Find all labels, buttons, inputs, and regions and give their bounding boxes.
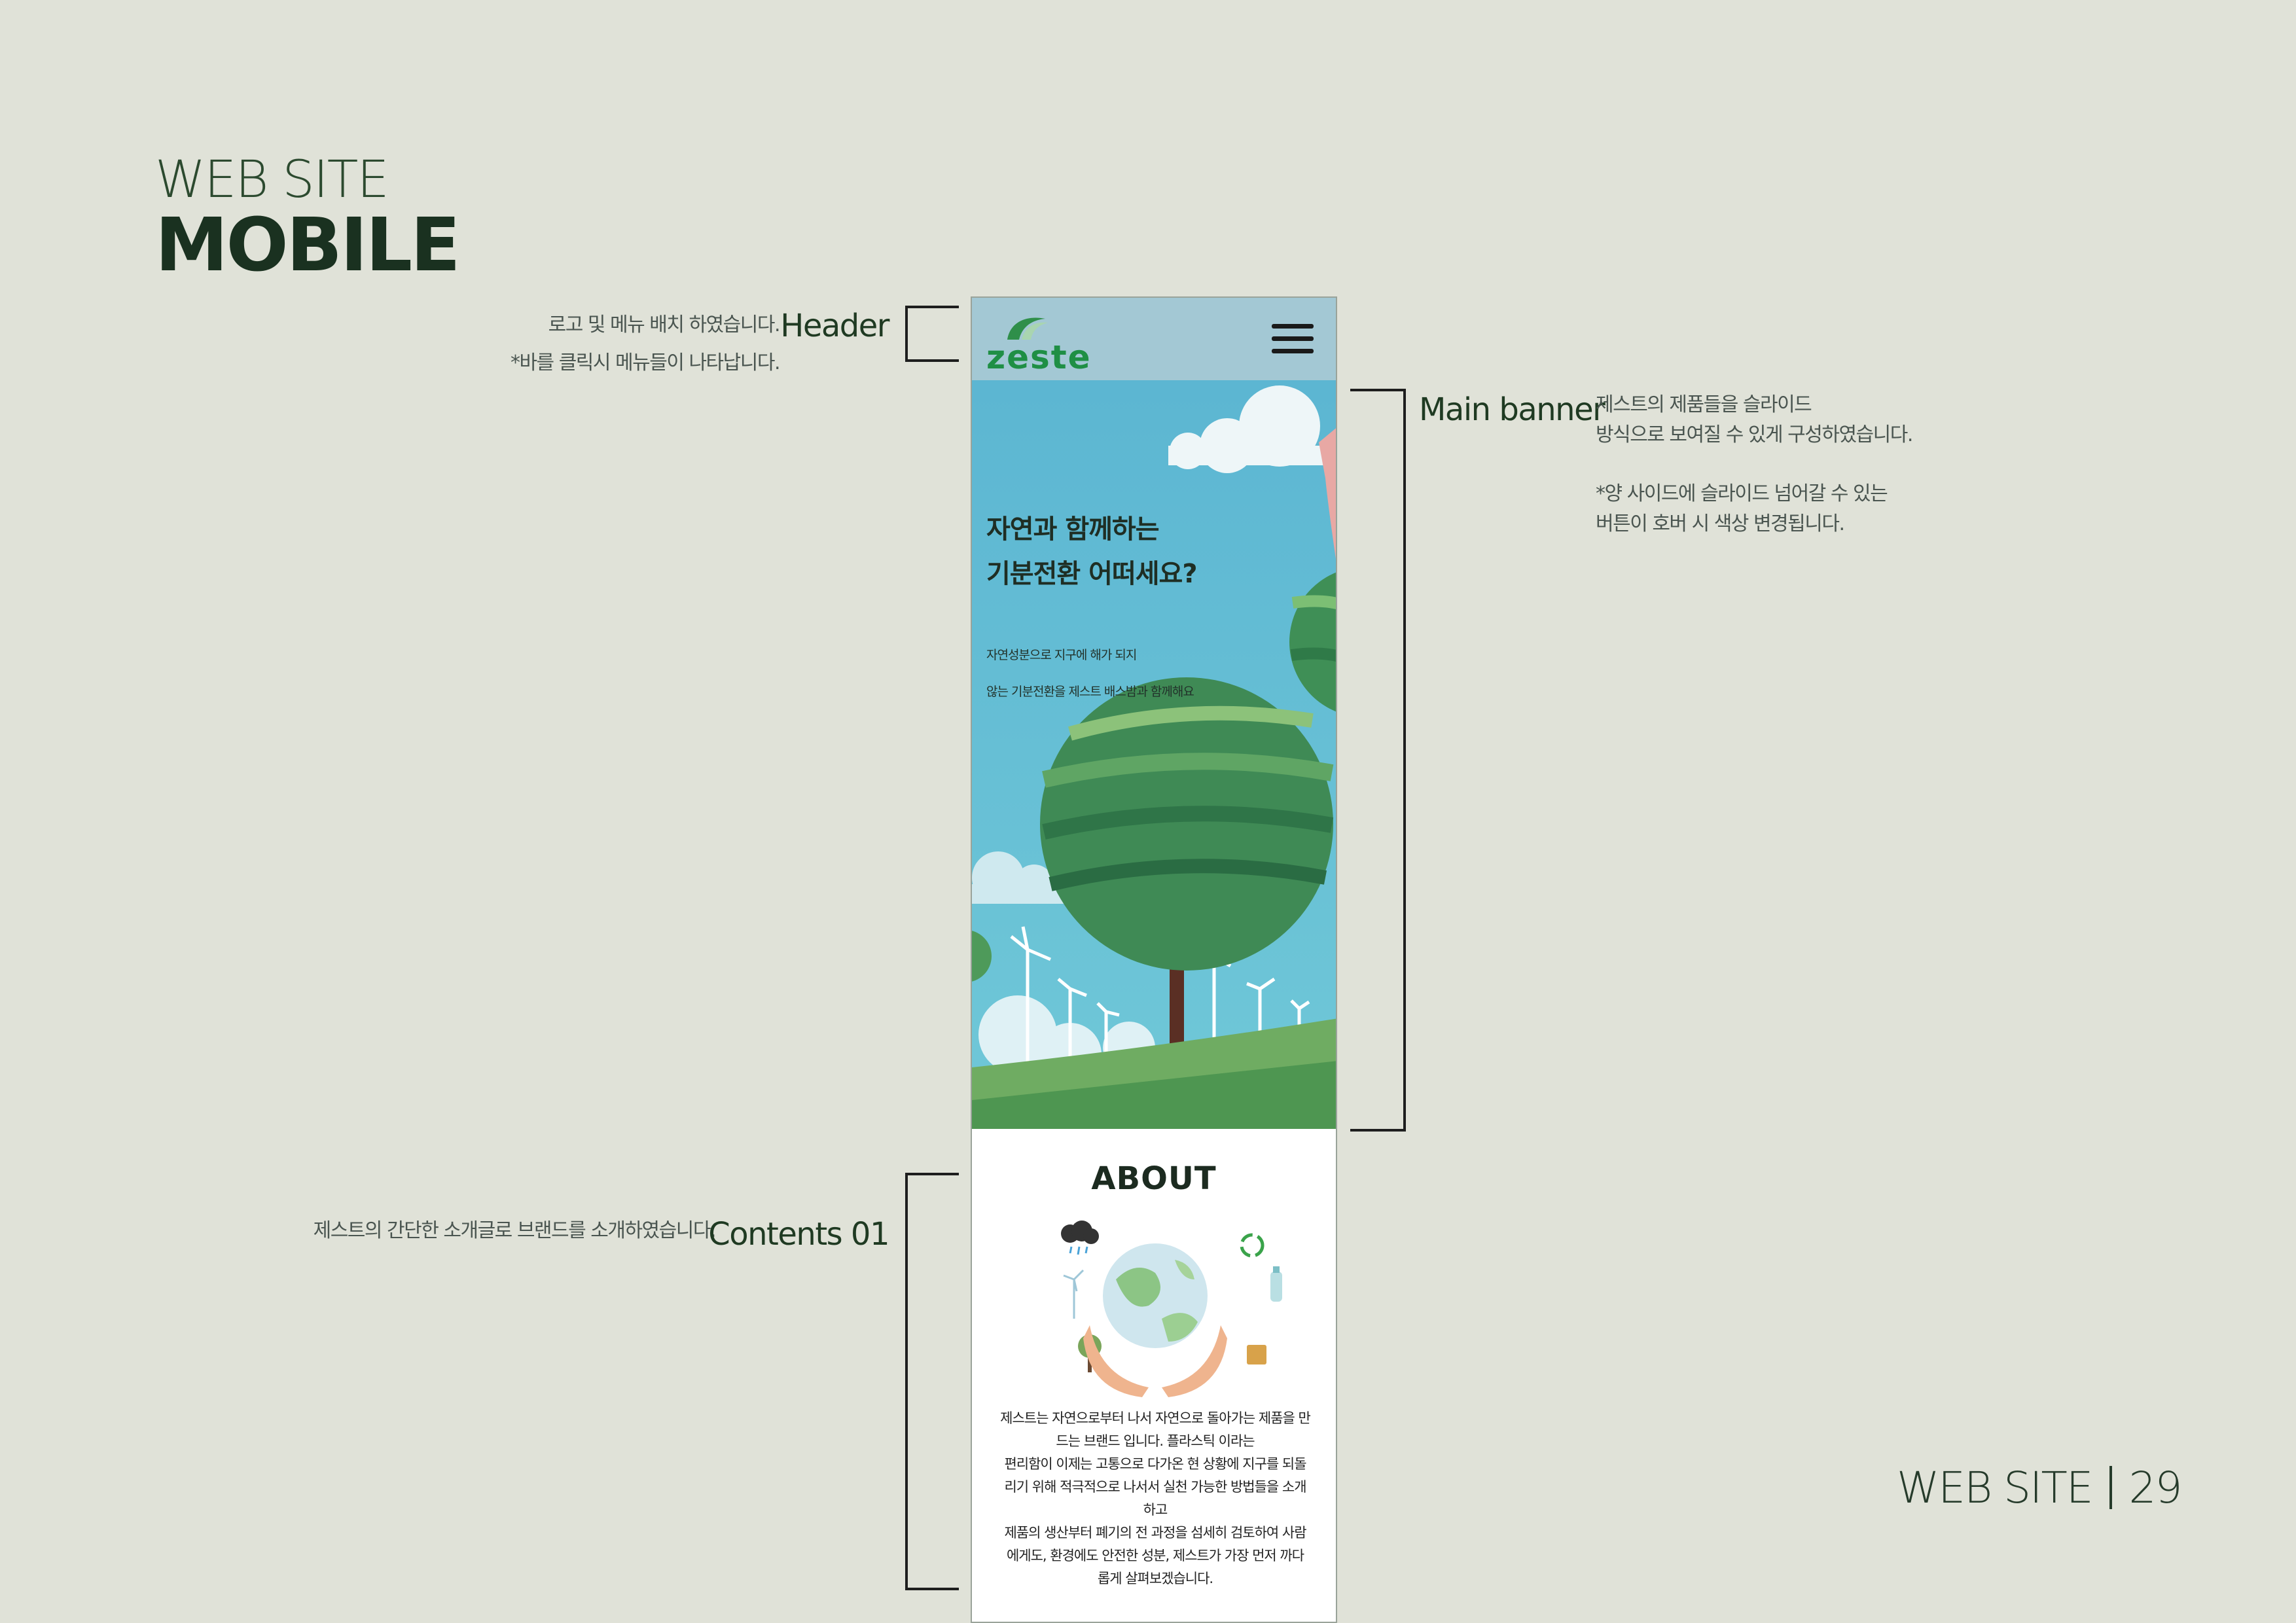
footer-divider (2109, 1466, 2112, 1509)
header-bracket (905, 306, 959, 362)
banner-annotation-label: Main banner (1419, 391, 1605, 428)
fuel-can-icon (1247, 1345, 1266, 1364)
page-title: MOBILE (155, 203, 461, 288)
header-annotation-note: 로고 및 메뉴 배치 하였습니다. *바를 클릭시 메뉴들이 나타납니다. (510, 306, 781, 382)
contents-annotation-label: Contents 01 (708, 1216, 889, 1253)
contents-bracket (905, 1173, 959, 1590)
banner-annotation-note: 제스트의 제품들을 슬라이드 방식으로 보여질 수 있게 구성하였습니다. *양… (1596, 390, 1913, 568)
banner-illustration (972, 385, 1336, 1129)
about-text-line: 편리함이 이제는 고통으로 다가온 현 상황에 지구를 되돌 (1004, 1456, 1306, 1472)
banner-headline: 자연과 함께하는 기분전환 어떠세요? (986, 507, 1198, 596)
subtext-line: 않는 기분전환을 제스트 배스밤과 함께해요 (986, 685, 1194, 699)
footer-section: WEB SITE (1897, 1463, 2094, 1513)
about-text-line: 리기 위해 적극적으로 나서서 실천 가능한 방법들을 소개 (1004, 1479, 1306, 1495)
tree-icon (1040, 677, 1334, 1067)
banner-note-line: 제스트의 제품들을 슬라이드 (1596, 393, 1812, 416)
recycle-icon (1240, 1233, 1265, 1258)
headline-line: 자연과 함께하는 (986, 514, 1160, 544)
earth-hands-illustration (1061, 1221, 1282, 1397)
mobile-mockup: zeste 자연과 함께하는 기분전환 어떠세요? 자연성분으로 지구에 해가 … (971, 296, 1337, 1623)
banner-subtext: 자연성분으로 지구에 해가 되지 않는 기분전환을 제스트 배스밤과 함께해요 (986, 637, 1194, 710)
cloud-icon (1168, 385, 1336, 473)
headline-line: 기분전환 어떠세요? (986, 559, 1198, 589)
header-annotation-label: Header (780, 308, 889, 344)
about-text-line: 하고 (1143, 1502, 1168, 1518)
contents-annotation-note: 제스트의 간단한 소개글로 브랜드를 소개하였습니다. (313, 1219, 717, 1242)
page-number: 29 (2128, 1463, 2183, 1513)
hamburger-icon[interactable] (1272, 324, 1314, 357)
tree-icon (1289, 572, 1336, 712)
section-kicker: WEB SITE (155, 151, 389, 209)
about-text-line: 롭게 살펴보겠습니다. (1097, 1571, 1213, 1586)
header-note-line: *바를 클릭시 메뉴들이 나타납니다. (510, 351, 781, 374)
main-banner: 자연과 함께하는 기분전환 어떠세요? 자연성분으로 지구에 해가 되지 않는 … (972, 380, 1336, 1129)
subtext-line: 자연성분으로 지구에 해가 되지 (986, 648, 1137, 662)
logo[interactable]: zeste (986, 338, 1092, 376)
rain-cloud-icon (1061, 1221, 1099, 1255)
bottle-icon (1270, 1266, 1282, 1302)
about-section: ABOUT 제스트는 자연으로부터 나서 자연으로 돌아가는 제품을 만 드는 … (972, 1129, 1336, 1622)
about-text-line: 에게도, 환경에도 안전한 성분, 제스트가 가장 먼저 까다 (1006, 1548, 1304, 1563)
banner-note-line: *양 사이드에 슬라이드 넘어갈 수 있는 (1596, 482, 1888, 505)
windmill-icon (1063, 1269, 1085, 1319)
mobile-header: zeste (972, 298, 1336, 380)
banner-bracket (1350, 389, 1406, 1132)
about-title: ABOUT (1091, 1160, 1217, 1197)
about-text-line: 제품의 생산부터 폐기의 전 과정을 섬세히 검토하여 사람 (1004, 1525, 1306, 1541)
earth-icon (1103, 1243, 1208, 1348)
banner-note-line: 버튼이 호버 시 색상 변경됩니다. (1596, 512, 1845, 535)
header-note-line: 로고 및 메뉴 배치 하였습니다. (548, 313, 781, 336)
page-footer: WEB SITE 29 (1897, 1463, 2183, 1513)
about-text-line: 제스트는 자연으로부터 나서 자연으로 돌아가는 제품을 만 (1000, 1410, 1311, 1426)
banner-note-line: 방식으로 보여질 수 있게 구성하였습니다. (1596, 423, 1913, 446)
about-text: 제스트는 자연으로부터 나서 자연으로 돌아가는 제품을 만 드는 브랜드 입니… (984, 1407, 1327, 1590)
about-text-line: 드는 브랜드 입니다. 플라스틱 이라는 (1056, 1433, 1255, 1449)
